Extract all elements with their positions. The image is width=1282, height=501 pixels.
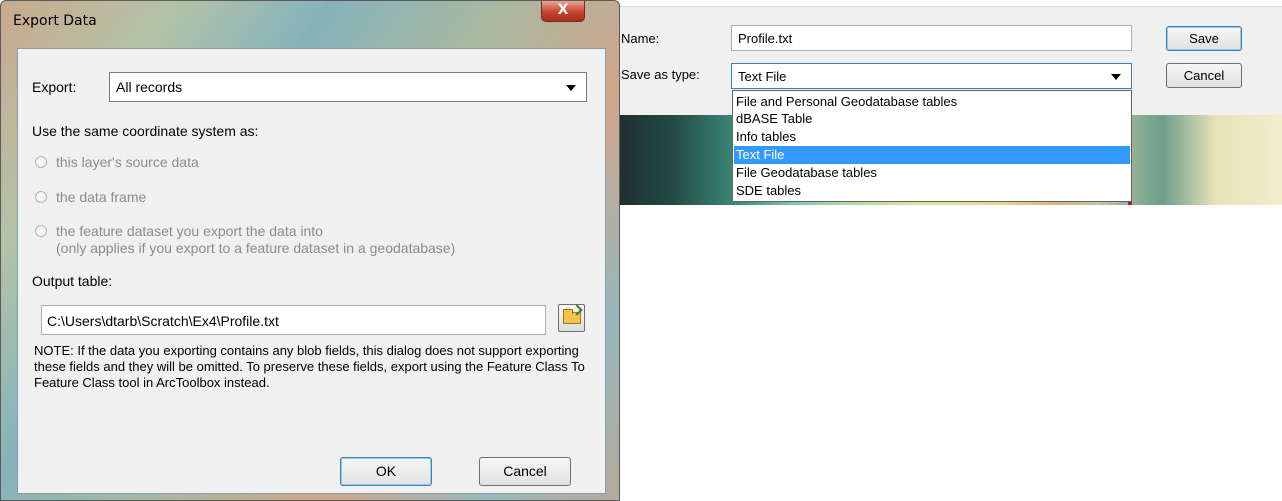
chevron-down-icon — [566, 85, 576, 91]
dropdown-option[interactable]: SDE tables — [734, 182, 1130, 200]
title-bar[interactable]: Export Data X — [1, 1, 619, 41]
open-folder-icon — [563, 309, 581, 324]
dropdown-option[interactable]: dBASE Table — [734, 110, 1130, 128]
dialog-title: Export Data — [13, 13, 97, 29]
name-field[interactable]: Profile.txt — [731, 25, 1132, 51]
export-select[interactable]: All records — [109, 72, 587, 102]
radio-feature-dataset-label: the feature dataset you export the data … — [56, 223, 323, 239]
dropdown-option-selected[interactable]: Text File — [734, 146, 1130, 164]
ok-button[interactable]: OK — [340, 457, 432, 486]
radio-button-icon[interactable] — [35, 225, 47, 237]
cancel-button[interactable]: Cancel — [479, 457, 571, 486]
window-edge — [620, 0, 1282, 7]
name-label: Name: — [621, 31, 660, 46]
save-as-type-select[interactable]: Text File — [731, 63, 1132, 89]
output-table-field[interactable]: C:\Users\dtarb\Scratch\Ex4\Profile.txt — [41, 305, 546, 335]
radio-button-icon[interactable] — [35, 191, 47, 203]
save-dialog: Name: Profile.txt Save as type: Text Fil… — [620, 0, 1282, 205]
browse-button[interactable] — [558, 304, 585, 332]
export-label: Export: — [32, 79, 77, 95]
dropdown-option[interactable]: File Geodatabase tables — [734, 164, 1130, 182]
save-as-type-label: Save as type: — [621, 67, 700, 82]
close-icon: X — [557, 2, 569, 18]
output-table-label: Output table: — [32, 273, 113, 289]
blob-fields-note: NOTE: If the data you exporting contains… — [34, 343, 585, 390]
save-as-type-value: Text File — [738, 69, 787, 84]
output-table-value: C:\Users\dtarb\Scratch\Ex4\Profile.txt — [47, 313, 279, 329]
close-button[interactable]: X — [541, 1, 585, 22]
save-button[interactable]: Save — [1166, 26, 1242, 51]
chevron-down-icon — [1111, 74, 1121, 80]
radio-data-frame-label: the data frame — [56, 189, 147, 205]
save-cancel-button[interactable]: Cancel — [1166, 63, 1242, 88]
radio-source-data-label: this layer's source data — [56, 154, 199, 170]
dialog-body: Export: All records Use the same coordin… — [17, 48, 606, 494]
dropdown-option[interactable]: File and Personal Geodatabase tables — [734, 93, 1130, 111]
export-data-dialog: Export Data X Export: All records Use th… — [0, 0, 620, 501]
save-as-type-dropdown-list: File and Personal Geodatabase tables dBA… — [732, 90, 1132, 202]
radio-feature-dataset-note: (only applies if you export to a feature… — [56, 240, 456, 256]
radio-button-icon[interactable] — [35, 156, 47, 168]
dropdown-option[interactable]: Info tables — [734, 128, 1130, 146]
export-select-value: All records — [116, 79, 183, 95]
coordinate-heading: Use the same coordinate system as: — [32, 123, 259, 139]
name-value: Profile.txt — [738, 31, 793, 46]
